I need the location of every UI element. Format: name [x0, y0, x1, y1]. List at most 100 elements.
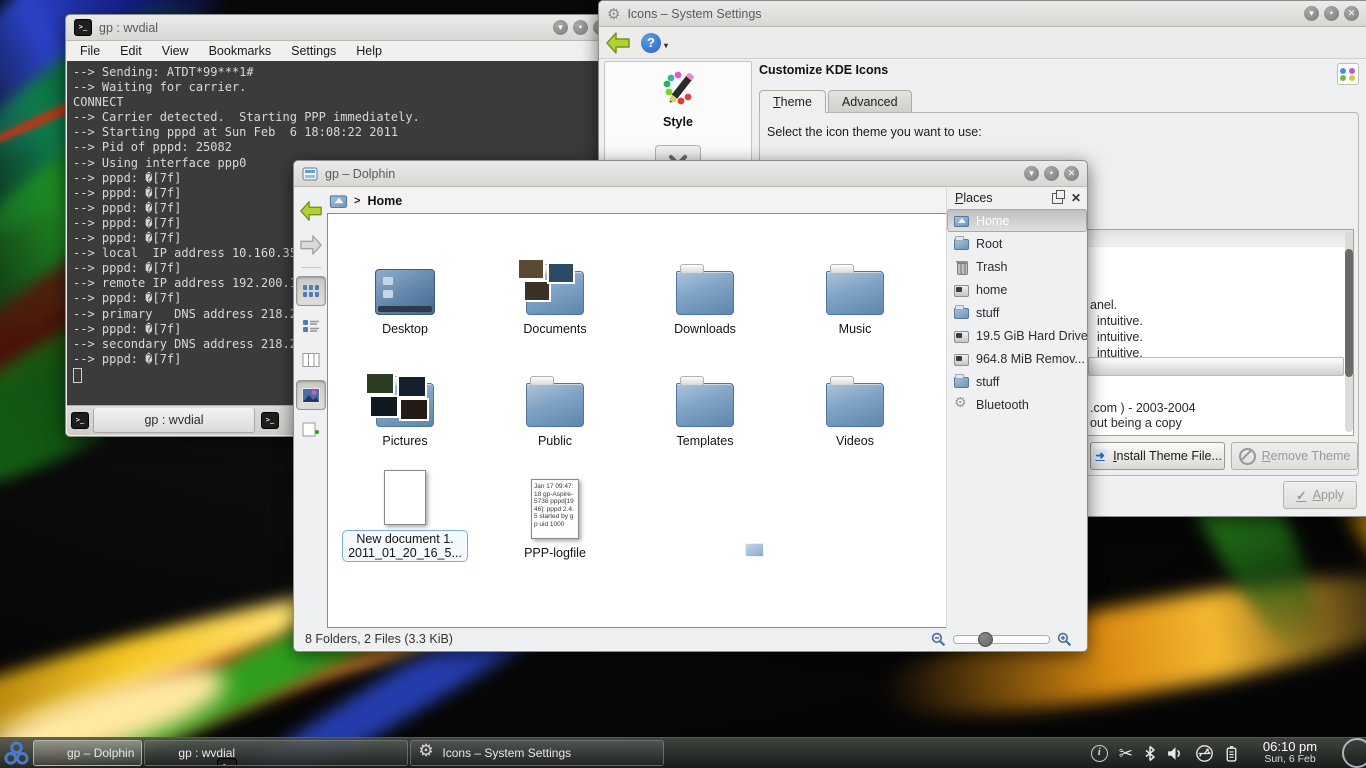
- menu-item[interactable]: Help: [356, 44, 382, 58]
- plasma-cashew-icon[interactable]: [1342, 738, 1366, 768]
- file-item[interactable]: Documents: [480, 226, 630, 338]
- zoom-slider[interactable]: [953, 635, 1050, 644]
- clock-date: Sun, 6 Feb: [1253, 753, 1327, 766]
- places-item[interactable]: 19.5 GiB Hard Drive: [947, 324, 1087, 347]
- terminal-icon: >_: [261, 412, 279, 429]
- style-icon[interactable]: [657, 70, 699, 112]
- checkmark-icon: ✓: [1296, 488, 1306, 503]
- bluetooth-icon[interactable]: [1144, 745, 1156, 762]
- maximize-button[interactable]: •: [1324, 6, 1339, 21]
- terminal-menubar: File Edit View Bookmarks Settings Help: [66, 41, 616, 62]
- tab-list-button[interactable]: >_: [257, 406, 283, 435]
- menu-item[interactable]: Settings: [291, 44, 336, 58]
- minimize-button[interactable]: ▾: [553, 20, 568, 35]
- clipboard-scissors-icon[interactable]: ✂: [1119, 745, 1133, 762]
- home-folder-icon[interactable]: [329, 192, 349, 209]
- file-label: Music: [833, 320, 878, 338]
- file-item[interactable]: New document 1. 2011_01_20_16_5...: [330, 450, 480, 562]
- preview-toggle-button[interactable]: [296, 380, 326, 410]
- file-item[interactable]: Music: [780, 226, 930, 338]
- place-label: Trash: [976, 260, 1008, 274]
- float-panel-icon[interactable]: [1052, 193, 1063, 204]
- taskbar-task[interactable]: gp – Dolphin: [33, 740, 142, 766]
- close-button[interactable]: ✕: [1064, 166, 1079, 181]
- taskbar: gp – Dolphin gp : wvdial Icons – System …: [0, 737, 1366, 768]
- file-icon: [826, 383, 884, 427]
- places-item[interactable]: 964.8 MiB Remov...: [947, 347, 1087, 370]
- zoom-in-icon[interactable]: [1057, 632, 1072, 647]
- menu-item[interactable]: View: [162, 44, 189, 58]
- install-theme-button[interactable]: ➜ Install Theme File...: [1090, 442, 1225, 470]
- scrollbar-thumb[interactable]: [1345, 249, 1353, 377]
- breadcrumb-home[interactable]: Home: [367, 194, 402, 208]
- file-item[interactable]: Downloads: [630, 226, 780, 338]
- info-icon[interactable]: i: [1091, 745, 1108, 762]
- new-tab-button[interactable]: >_: [67, 406, 93, 435]
- file-item[interactable]: Desktop: [330, 226, 480, 338]
- place-label: 964.8 MiB Remov...: [976, 352, 1085, 366]
- usb-device-notifier-icon[interactable]: [1195, 745, 1214, 762]
- terminal-titlebar[interactable]: >_ gp : wvdial ▾ • ✕: [66, 15, 616, 41]
- file-item[interactable]: Videos: [780, 338, 930, 450]
- file-grid: Desktop Documents Downloads: [328, 214, 946, 562]
- file-item[interactable]: Jan 17 09:47:18 gp-Aspire-5738 pppd[1946…: [480, 450, 630, 562]
- menu-item[interactable]: Bookmarks: [209, 44, 272, 58]
- place-icon: [953, 328, 970, 343]
- clock[interactable]: 06:10 pm Sun, 6 Feb: [1253, 740, 1327, 766]
- tab[interactable]: Theme: [759, 90, 826, 113]
- close-button[interactable]: ✕: [1344, 6, 1359, 21]
- file-view[interactable]: Desktop Documents Downloads: [327, 213, 947, 628]
- file-item[interactable]: Public: [480, 338, 630, 450]
- zoom-slider-thumb[interactable]: [978, 632, 993, 647]
- no-entry-icon: [1239, 448, 1256, 465]
- maximize-button[interactable]: •: [1044, 166, 1059, 181]
- terminal-tab-label: gp : wvdial: [144, 413, 203, 427]
- places-item[interactable]: Trash: [947, 255, 1087, 278]
- settings-titlebar[interactable]: ⚙ Icons – System Settings ▾ • ✕: [599, 1, 1366, 27]
- file-label: Videos: [830, 432, 880, 450]
- places-item[interactable]: Bluetooth: [947, 393, 1087, 416]
- zoom-out-icon[interactable]: [931, 632, 946, 647]
- menu-item[interactable]: File: [80, 44, 100, 58]
- file-label: Desktop: [376, 320, 434, 338]
- file-item[interactable]: Templates: [630, 338, 780, 450]
- split-view-button[interactable]: [297, 416, 325, 444]
- places-item[interactable]: stuff: [947, 370, 1087, 393]
- places-item[interactable]: Root: [947, 232, 1087, 255]
- help-icon[interactable]: ? ▾: [641, 33, 661, 53]
- dolphin-titlebar[interactable]: gp – Dolphin ▾ • ✕: [294, 161, 1087, 187]
- columns-view-button[interactable]: [297, 346, 325, 374]
- place-icon: [953, 397, 970, 412]
- icon-grid-indicator-icon[interactable]: [1337, 63, 1359, 85]
- forward-button[interactable]: [297, 231, 325, 259]
- file-item[interactable]: Pictures: [330, 338, 480, 450]
- battery-icon[interactable]: [1225, 745, 1238, 762]
- scrollbar[interactable]: [1345, 231, 1353, 432]
- maximize-button[interactable]: •: [573, 20, 588, 35]
- sidebar-item-style[interactable]: Style: [663, 115, 693, 129]
- terminal-line: CONNECT: [73, 95, 609, 110]
- selected-theme-row[interactable]: [1088, 357, 1344, 376]
- app-launcher-button[interactable]: [0, 739, 32, 767]
- back-button[interactable]: [297, 197, 325, 225]
- places-item[interactable]: Home: [947, 209, 1087, 232]
- task-icon: [217, 758, 237, 767]
- minimize-button[interactable]: ▾: [1024, 166, 1039, 181]
- back-icon[interactable]: [605, 31, 631, 55]
- places-item[interactable]: stuff: [947, 301, 1087, 324]
- theme-list-text-fragment: intuitive.: [1097, 314, 1143, 328]
- details-view-button[interactable]: [297, 312, 325, 340]
- tab[interactable]: Advanced: [828, 90, 912, 113]
- volume-icon[interactable]: [1167, 746, 1184, 761]
- apply-button[interactable]: ✓ Apply: [1283, 481, 1357, 509]
- taskbar-task[interactable]: gp : wvdial: [144, 740, 408, 766]
- minimize-button[interactable]: ▾: [1304, 6, 1319, 21]
- taskbar-task[interactable]: Icons – System Settings: [410, 740, 664, 766]
- place-label: home: [976, 283, 1007, 297]
- close-panel-icon[interactable]: ✕: [1071, 193, 1081, 203]
- places-item[interactable]: home: [947, 278, 1087, 301]
- icons-view-button[interactable]: [296, 276, 326, 306]
- menu-item[interactable]: Edit: [120, 44, 142, 58]
- terminal-tab[interactable]: gp : wvdial: [93, 408, 255, 433]
- remove-theme-button[interactable]: Remove Theme: [1231, 442, 1358, 470]
